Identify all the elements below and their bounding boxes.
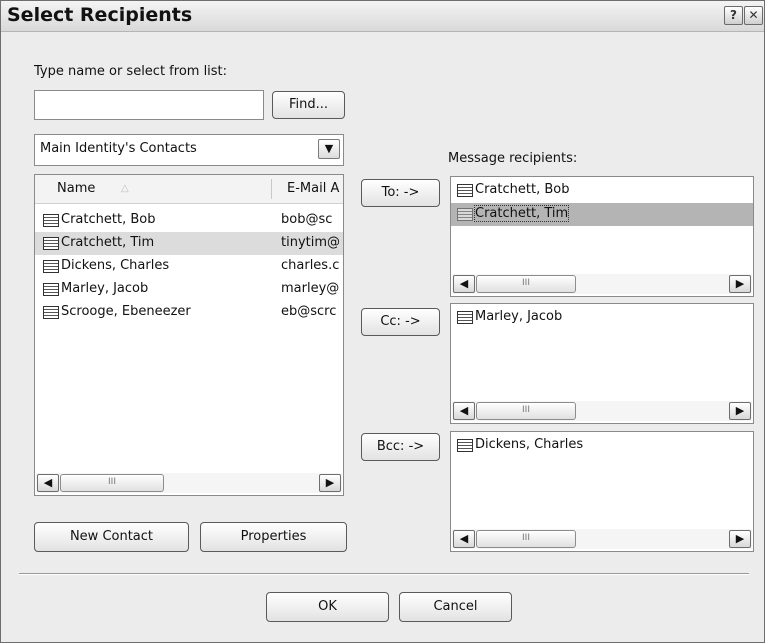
contact-card-icon [457,311,473,324]
list-item[interactable]: Dickens, Charles [451,434,753,457]
contact-email: marley@ [281,281,340,296]
table-row[interactable]: Cratchett, Tim tinytim@ [35,232,343,255]
contact-card-icon [457,208,473,221]
contact-email: bob@sc [281,212,333,227]
dialog-title: Select Recipients [7,4,193,26]
bcc-horizontal-scrollbar[interactable]: ◀ III ▶ [452,529,752,549]
cancel-button[interactable]: Cancel [399,592,512,622]
list-item[interactable]: Cratchett, Bob [451,179,753,202]
scroll-thumb[interactable]: III [476,402,576,420]
new-contact-button[interactable]: New Contact [34,522,189,552]
table-row[interactable]: Dickens, Charles charles.c [35,255,343,278]
contact-card-icon [43,237,59,250]
search-input[interactable] [34,90,264,120]
contact-name: Cratchett, Bob [61,212,156,227]
scroll-right-icon[interactable]: ▶ [729,530,751,548]
contact-card-icon [43,260,59,273]
bcc-button[interactable]: Bcc: -> [361,433,440,461]
scroll-left-icon[interactable]: ◀ [453,530,475,548]
find-button[interactable]: Find... [272,91,345,119]
list-item[interactable]: Cratchett, Tim [451,203,753,226]
scroll-left-icon[interactable]: ◀ [453,275,475,293]
chevron-down-icon[interactable]: ▼ [318,139,340,159]
to-horizontal-scrollbar[interactable]: ◀ III ▶ [452,274,752,294]
help-button[interactable]: ? [724,6,743,25]
to-button[interactable]: To: -> [361,179,440,207]
footer-divider [19,573,749,575]
message-recipients-label: Message recipients: [448,151,578,166]
contact-card-icon [43,306,59,319]
contact-email: eb@scrc [281,304,337,319]
scroll-left-icon[interactable]: ◀ [37,474,59,492]
contact-name: Dickens, Charles [61,258,170,273]
sort-ascending-icon: △ [121,183,129,194]
column-separator [271,179,272,199]
select-recipients-dialog: Select Recipients ? ✕ Type name or selec… [0,0,765,643]
cc-recipients-list[interactable]: Marley, Jacob ◀ III ▶ [450,303,754,424]
contact-name: Marley, Jacob [61,281,149,296]
scroll-right-icon[interactable]: ▶ [319,474,341,492]
table-row[interactable]: Cratchett, Bob bob@sc [35,209,343,232]
contact-email: charles.c [281,258,340,273]
recipient-name: Cratchett, Bob [475,182,570,197]
contact-card-icon [43,214,59,227]
title-bar: Select Recipients ? ✕ [1,1,764,32]
scroll-thumb[interactable]: III [60,474,164,492]
contact-card-icon [43,283,59,296]
scroll-right-icon[interactable]: ▶ [729,275,751,293]
column-header-name[interactable]: Name [57,181,95,196]
contact-name: Scrooge, Ebeneezer [61,304,191,319]
address-book-select[interactable]: Main Identity's Contacts ▼ [34,134,344,166]
contact-name: Cratchett, Tim [61,235,155,250]
to-recipients-list[interactable]: Cratchett, Bob Cratchett, Tim ◀ III ▶ [450,176,754,297]
bcc-recipients-list[interactable]: Dickens, Charles ◀ III ▶ [450,431,754,552]
recipient-name: Dickens, Charles [475,437,584,452]
ok-button[interactable]: OK [266,592,389,622]
contact-card-icon [457,439,473,452]
list-item[interactable]: Marley, Jacob [451,306,753,329]
contacts-list[interactable]: Name △ E-Mail A Cratchett, Bob bob@sc Cr… [34,174,344,496]
address-book-value: Main Identity's Contacts [40,141,197,156]
scroll-right-icon[interactable]: ▶ [729,402,751,420]
cc-horizontal-scrollbar[interactable]: ◀ III ▶ [452,401,752,421]
column-header-email[interactable]: E-Mail A [287,181,339,196]
contact-card-icon [457,184,473,197]
contacts-list-header: Name △ E-Mail A [35,175,343,204]
close-button[interactable]: ✕ [744,6,763,25]
contact-email: tinytim@ [281,235,341,250]
table-row[interactable]: Marley, Jacob marley@ [35,278,343,301]
contacts-horizontal-scrollbar[interactable]: ◀ III ▶ [36,473,342,493]
recipient-name: Marley, Jacob [475,309,563,324]
recipient-name: Cratchett, Tim [473,205,570,222]
scroll-left-icon[interactable]: ◀ [453,402,475,420]
search-label: Type name or select from list: [34,64,228,79]
scroll-thumb[interactable]: III [476,275,576,293]
cc-button[interactable]: Cc: -> [361,308,440,336]
table-row[interactable]: Scrooge, Ebeneezer eb@scrc [35,301,343,324]
scroll-thumb[interactable]: III [476,530,576,548]
properties-button[interactable]: Properties [200,522,347,552]
